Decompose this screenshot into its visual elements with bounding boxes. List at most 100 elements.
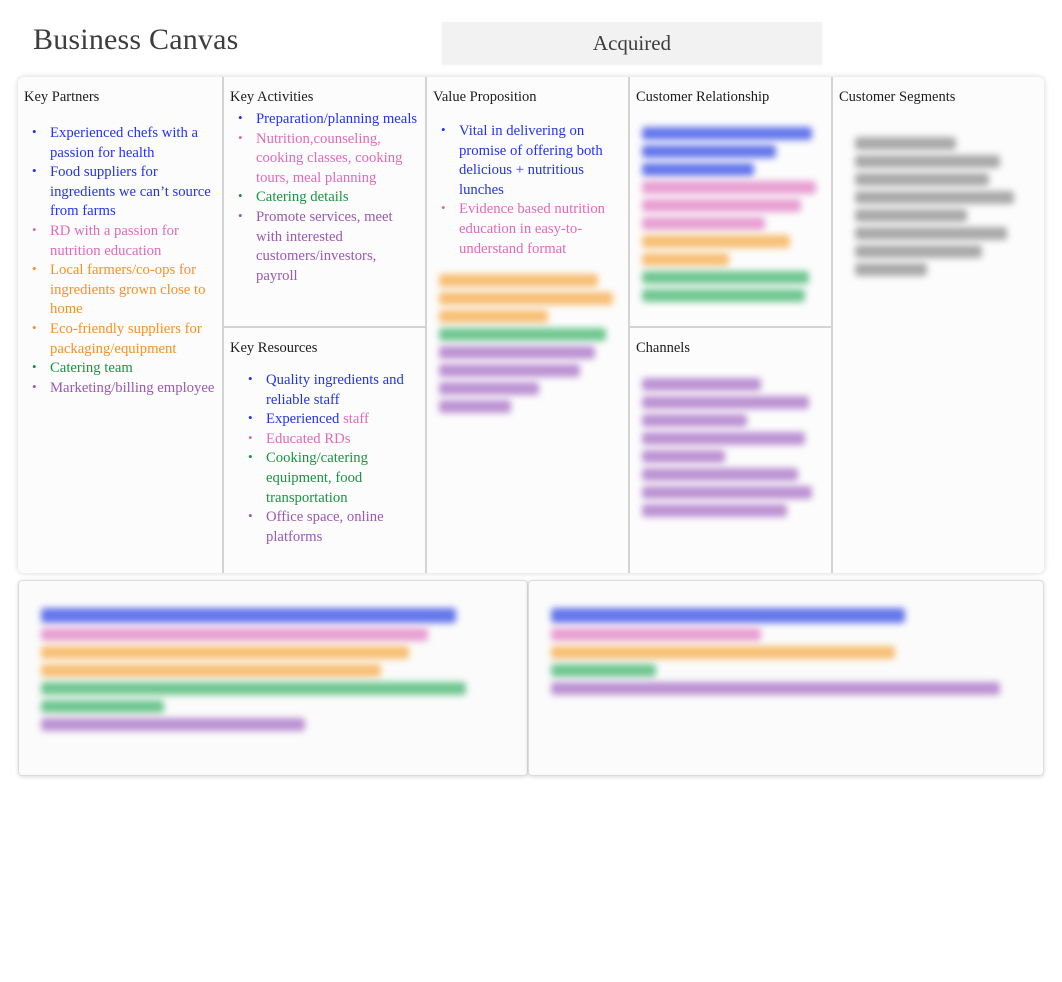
redacted-line xyxy=(642,504,787,517)
canvas-column-value-proposition: Value Proposition Vital in delivering on… xyxy=(427,77,630,573)
list-item-experienced-staff: Experienced staff xyxy=(246,408,419,430)
cell-customer-segments: Customer Segments xyxy=(833,77,1044,573)
canvas-column-customer-segments: Customer Segments xyxy=(833,77,1044,573)
cost-structure-panel xyxy=(18,580,528,776)
redacted-line xyxy=(439,382,539,396)
redacted-line xyxy=(855,245,982,258)
channels-title: Channels xyxy=(636,340,690,356)
customer-segments-redacted-block xyxy=(833,128,1044,276)
value-proposition-list: Vital in delivering on promise of offeri… xyxy=(427,120,628,259)
list-item: Quality ingredients and reliable staff xyxy=(246,369,419,410)
redacted-line xyxy=(642,163,755,176)
redacted-line xyxy=(41,664,381,677)
redacted-line xyxy=(41,608,457,623)
list-item: Preparation/planning meals xyxy=(236,108,419,130)
redacted-line xyxy=(642,396,809,409)
list-item: Nutrition,counseling, cooking classes, c… xyxy=(236,128,419,189)
redacted-line xyxy=(855,263,928,276)
redacted-line xyxy=(642,289,805,302)
list-item: Experienced chefs with a passion for hea… xyxy=(30,122,216,163)
list-item-label: Experienced xyxy=(266,411,344,428)
value-proposition-title: Value Proposition xyxy=(433,89,537,105)
list-item: Educated RDs xyxy=(246,428,419,450)
redacted-line xyxy=(439,274,599,288)
key-partners-list: Experienced chefs with a passion for hea… xyxy=(18,122,222,399)
list-item: RD with a passion for nutrition educatio… xyxy=(30,220,216,261)
redacted-line xyxy=(439,328,606,342)
redacted-line xyxy=(439,346,595,360)
list-item: Catering team xyxy=(30,357,216,379)
list-item: Promote services, meet with interested c… xyxy=(236,206,419,286)
key-resources-title: Key Resources xyxy=(230,340,318,356)
redacted-line xyxy=(551,646,896,659)
customer-segments-title: Customer Segments xyxy=(839,89,956,105)
key-activities-title: Key Activities xyxy=(230,89,314,105)
redacted-line xyxy=(855,209,968,222)
list-item-label-accent: staff xyxy=(343,411,369,428)
redacted-line xyxy=(642,450,726,463)
redacted-line xyxy=(642,414,747,427)
key-partners-title: Key Partners xyxy=(24,89,100,105)
list-item: Marketing/billing employee xyxy=(30,377,216,399)
redacted-line xyxy=(551,682,1001,695)
redacted-line xyxy=(642,378,762,391)
redacted-line xyxy=(642,253,729,266)
redacted-line xyxy=(855,227,1008,240)
list-item: Catering details xyxy=(236,186,419,208)
redacted-line xyxy=(642,199,802,212)
list-item: Local farmers/co-ops for ingredients gro… xyxy=(30,259,216,320)
redacted-line xyxy=(41,718,306,731)
cost-structure-redacted-block xyxy=(19,581,527,731)
revenue-streams-panel xyxy=(528,580,1044,776)
list-item: Food suppliers for ingredients we can’t … xyxy=(30,161,216,222)
redacted-line xyxy=(551,664,657,677)
list-item: Evidence based nutrition education in ea… xyxy=(439,198,622,259)
redacted-line xyxy=(642,235,791,248)
redacted-line xyxy=(551,628,762,641)
acquired-label: Acquired xyxy=(592,30,672,55)
list-item: Vital in delivering on promise of offeri… xyxy=(439,120,622,200)
redacted-line xyxy=(642,127,813,140)
redacted-line xyxy=(439,400,512,414)
channels-redacted-block xyxy=(630,369,831,517)
customer-relationship-redacted-block xyxy=(630,118,831,302)
redacted-line xyxy=(551,608,905,623)
cell-customer-relationship: Customer Relationship xyxy=(630,77,831,326)
list-item: Office space, online platforms xyxy=(246,506,419,547)
list-item: Eco-friendly suppliers for packaging/equ… xyxy=(30,318,216,359)
redacted-line xyxy=(439,310,548,324)
page-title: Business Canvas xyxy=(33,23,239,56)
redacted-line xyxy=(855,155,1000,168)
redacted-line xyxy=(642,181,816,194)
redacted-line xyxy=(41,700,164,713)
cell-key-partners: Key Partners Experienced chefs with a pa… xyxy=(18,77,222,573)
redacted-line xyxy=(642,217,766,230)
revenue-streams-redacted-block xyxy=(529,581,1043,695)
redacted-line xyxy=(855,173,989,186)
canvas-column-key-partners: Key Partners Experienced chefs with a pa… xyxy=(18,77,224,573)
redacted-line xyxy=(642,271,809,284)
list-item: Cooking/catering equipment, food transpo… xyxy=(246,447,419,508)
cell-key-activities: Key Activities Preparation/planning meal… xyxy=(224,77,425,326)
cell-channels: Channels xyxy=(630,326,831,573)
acquired-header-box: Acquired xyxy=(442,22,822,64)
redacted-line xyxy=(642,432,805,445)
redacted-line xyxy=(439,292,613,306)
customer-relationship-title: Customer Relationship xyxy=(636,89,770,105)
redacted-line xyxy=(439,364,581,378)
cell-value-proposition: Value Proposition Vital in delivering on… xyxy=(427,77,628,573)
key-activities-list: Preparation/planning meals Nutrition,cou… xyxy=(224,108,425,286)
value-proposition-redacted-block xyxy=(427,265,628,414)
canvas-column-customer-relationship-channels: Customer Relationship Channels xyxy=(630,77,833,573)
redacted-line xyxy=(41,646,410,659)
cell-key-resources: Key Resources Quality ingredients and re… xyxy=(224,326,425,573)
redacted-line xyxy=(855,137,957,150)
redacted-line xyxy=(41,628,429,641)
redacted-line xyxy=(642,486,813,499)
redacted-line xyxy=(642,468,798,481)
key-resources-list: Quality ingredients and reliable staff E… xyxy=(224,369,425,547)
canvas-column-key-activities-resources: Key Activities Preparation/planning meal… xyxy=(224,77,427,573)
redacted-line xyxy=(855,191,1015,204)
business-model-canvas: Key Partners Experienced chefs with a pa… xyxy=(18,77,1044,573)
redacted-line xyxy=(41,682,466,695)
